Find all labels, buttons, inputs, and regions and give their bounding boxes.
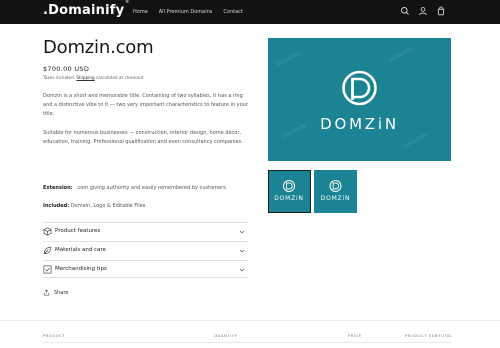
accordion-label: Materials and care [55, 247, 106, 253]
share-label: Share [54, 289, 69, 296]
chevron-down-icon [239, 268, 245, 272]
product-thumbnail-2[interactable]: DOMZiN [314, 170, 357, 213]
shipping-link[interactable]: Shipping [76, 75, 94, 80]
column-header-product: PRODUCT [43, 333, 66, 338]
search-icon[interactable] [400, 6, 410, 16]
product-thumbnail-1[interactable]: DOMZiN [268, 170, 311, 213]
domzin-logo [283, 180, 295, 192]
tax-suffix: calculated at checkout. [96, 75, 145, 80]
table-header-divider [43, 342, 451, 343]
nav-home[interactable]: Home [133, 9, 148, 15]
accordion-materials-and-care[interactable]: Materials and care [43, 241, 249, 259]
header-icons [400, 6, 446, 16]
accordion-label: Merchandising tips [55, 266, 107, 272]
product-description-2: Suitable for numerous businesses — const… [43, 130, 243, 145]
chevron-down-icon [239, 230, 245, 234]
domzin-logo [342, 70, 377, 106]
nav-all-premium-domains[interactable]: All Premium Domains [159, 9, 213, 15]
leaf-icon [44, 246, 52, 254]
tax-note: Taxes included. Shipping calculated at c… [43, 75, 145, 80]
extension-line: Extension: .com giving authority and eas… [43, 185, 227, 191]
checkbox-icon [43, 265, 52, 274]
domzin-wordmark: DOMZiN [320, 115, 399, 133]
included-line: Included: Domain, Logo & Editable Files. [43, 203, 147, 209]
nav-contact[interactable]: Contact [223, 9, 242, 15]
included-label: Included: [43, 203, 70, 209]
domzin-logo [329, 180, 342, 192]
included-text: Domain, Logo & Editable Files. [70, 203, 147, 209]
accordion-merchandising-tips[interactable]: Merchandising tips [43, 260, 249, 278]
accordion-label: Product features [55, 228, 101, 234]
product-main-image[interactable]: Domainify Domainify Domainify Domainify … [268, 38, 451, 161]
product-price: $700.00 USD [43, 65, 90, 73]
cart-icon[interactable] [436, 6, 446, 16]
column-header-quantity: QUANTITY [214, 333, 238, 338]
tax-prefix: Taxes included. [43, 75, 76, 80]
share-icon [44, 289, 49, 296]
chevron-down-icon [239, 249, 245, 253]
product-description-1: Domzin is a short and memorable title. C… [43, 93, 248, 117]
account-icon[interactable] [418, 6, 428, 16]
logo-text: .Domainify [43, 3, 125, 18]
site-logo[interactable]: .Domainify® [43, 0, 130, 18]
accordion-product-features[interactable]: Product features [43, 222, 249, 240]
thumbnail-wordmark: DOMZiN [274, 195, 304, 202]
box-icon [43, 227, 52, 236]
section-divider [0, 320, 500, 321]
site-header: .Domainify® Home All Premium Domains Con… [0, 0, 500, 24]
product-title: Domzin.com [43, 37, 154, 58]
extension-label: Extension: [43, 185, 73, 191]
column-header-subtotal: PRODUCT SUBTOTAL [405, 333, 453, 338]
share-button[interactable]: Share [43, 289, 68, 296]
logo-registered-mark: ® [125, 0, 130, 4]
extension-text: .com giving authority and easily remembe… [75, 185, 228, 191]
main-nav: Home All Premium Domains Contact [133, 9, 243, 15]
thumbnail-wordmark: DOMZiN [320, 195, 351, 202]
column-header-price: PRICE [348, 333, 362, 338]
